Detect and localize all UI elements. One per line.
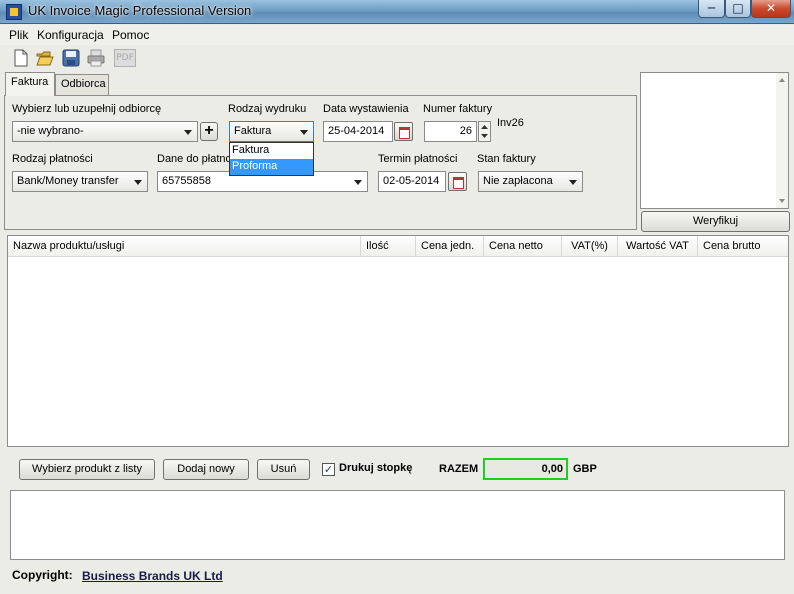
invoice-number-suffix: Inv26 bbox=[497, 117, 524, 129]
invoice-status-value: Nie zapłacona bbox=[483, 175, 553, 187]
recipient-value: -nie wybrano- bbox=[17, 125, 84, 137]
menu-pomoc[interactable]: Pomoc bbox=[112, 28, 149, 42]
add-new-button[interactable]: Dodaj nowy bbox=[163, 459, 249, 480]
recipient-label: Wybierz lub uzupełnij odbiorcę bbox=[12, 103, 162, 115]
delete-button[interactable]: Usuń bbox=[257, 459, 310, 480]
chevron-down-icon bbox=[354, 180, 362, 185]
column-header-net-price[interactable]: Cena netto bbox=[484, 236, 562, 257]
invoice-tab-panel bbox=[4, 95, 637, 230]
title-bar[interactable]: UK Invoice Magic Professional Version ─ … bbox=[0, 0, 794, 24]
chevron-down-icon bbox=[300, 130, 308, 135]
calendar-icon[interactable] bbox=[394, 122, 413, 141]
calendar-icon[interactable] bbox=[448, 172, 467, 191]
invoice-number-label: Numer faktury bbox=[423, 103, 493, 115]
open-folder-icon[interactable] bbox=[36, 49, 54, 67]
column-header-quantity[interactable]: Ilość bbox=[361, 236, 416, 257]
invoice-number-input[interactable]: 26 bbox=[424, 121, 477, 142]
print-type-option-faktura[interactable]: Faktura bbox=[230, 143, 313, 159]
company-link[interactable]: Business Brands UK Ltd bbox=[82, 569, 223, 583]
invoice-status-select[interactable]: Nie zapłacona bbox=[478, 171, 583, 192]
recipient-select[interactable]: -nie wybrano- bbox=[12, 121, 198, 142]
chevron-down-icon bbox=[569, 180, 577, 185]
print-footer-checkbox[interactable]: ✓ bbox=[322, 463, 335, 476]
verify-button[interactable]: Weryfikuj bbox=[641, 211, 790, 232]
print-type-select[interactable]: Faktura bbox=[229, 121, 314, 142]
payment-due-input[interactable]: 02-05-2014 bbox=[378, 171, 446, 192]
payment-type-select[interactable]: Bank/Money transfer bbox=[12, 171, 148, 192]
minimize-button[interactable]: ─ bbox=[698, 0, 725, 18]
verification-panel bbox=[640, 72, 789, 209]
maximize-button[interactable]: □ bbox=[725, 0, 751, 18]
invoice-number-stepper[interactable] bbox=[478, 121, 491, 142]
invoice-status-label: Stan faktury bbox=[477, 153, 536, 165]
print-type-label: Rodzaj wydruku bbox=[228, 103, 307, 115]
close-button[interactable]: ✕ bbox=[751, 0, 791, 18]
payment-due-label: Termin płatności bbox=[378, 153, 458, 165]
tab-odbiorca[interactable]: Odbiorca bbox=[55, 74, 109, 95]
products-table: Nazwa produktu/usługi Ilość Cena jedn. C… bbox=[7, 235, 789, 447]
toolbar: PDF bbox=[0, 45, 794, 71]
print-icon[interactable] bbox=[87, 49, 105, 67]
menu-konfiguracja[interactable]: Konfiguracja bbox=[37, 28, 104, 42]
chevron-down-icon bbox=[134, 180, 142, 185]
payment-type-label: Rodzaj płatności bbox=[12, 153, 93, 165]
column-header-gross-price[interactable]: Cena brutto bbox=[698, 236, 788, 257]
tab-faktura[interactable]: Faktura bbox=[5, 72, 55, 96]
print-footer-label: Drukuj stopkę bbox=[339, 462, 413, 474]
app-icon bbox=[6, 4, 22, 20]
column-header-unit-price[interactable]: Cena jedn. bbox=[416, 236, 484, 257]
payment-data-value: 65755858 bbox=[162, 175, 211, 187]
payment-type-value: Bank/Money transfer bbox=[17, 175, 119, 187]
print-type-option-proforma[interactable]: Proforma bbox=[230, 159, 313, 175]
column-header-vat-value[interactable]: Wartość VAT bbox=[618, 236, 698, 257]
choose-product-button[interactable]: Wybierz produkt z listy bbox=[19, 459, 155, 480]
currency-label: GBP bbox=[573, 463, 597, 475]
payment-data-label: Dane do płatno bbox=[157, 153, 232, 165]
chevron-down-icon bbox=[184, 130, 192, 135]
issue-date-input[interactable]: 25-04-2014 bbox=[323, 121, 393, 142]
total-value: 0,00 bbox=[483, 458, 568, 480]
table-header: Nazwa produktu/usługi Ilość Cena jedn. C… bbox=[8, 236, 788, 257]
print-type-value: Faktura bbox=[234, 125, 272, 137]
add-recipient-button[interactable]: + bbox=[200, 122, 218, 141]
new-document-icon[interactable] bbox=[12, 49, 30, 67]
notes-textarea[interactable] bbox=[10, 490, 785, 560]
print-type-dropdown: Faktura Proforma bbox=[229, 142, 314, 176]
issue-date-label: Data wystawienia bbox=[323, 103, 409, 115]
scrollbar[interactable] bbox=[776, 73, 788, 208]
window-title: UK Invoice Magic Professional Version bbox=[28, 3, 252, 18]
menu-plik[interactable]: Plik bbox=[9, 28, 28, 42]
column-header-name[interactable]: Nazwa produktu/usługi bbox=[8, 236, 361, 257]
total-label: RAZEM bbox=[439, 463, 479, 475]
menu-bar: Plik Konfiguracja Pomoc bbox=[0, 25, 794, 45]
copyright-label: Copyright: bbox=[12, 568, 73, 582]
column-header-vat-rate[interactable]: VAT(%) bbox=[562, 236, 618, 257]
pdf-icon[interactable]: PDF bbox=[114, 49, 136, 67]
save-icon[interactable] bbox=[62, 49, 80, 67]
